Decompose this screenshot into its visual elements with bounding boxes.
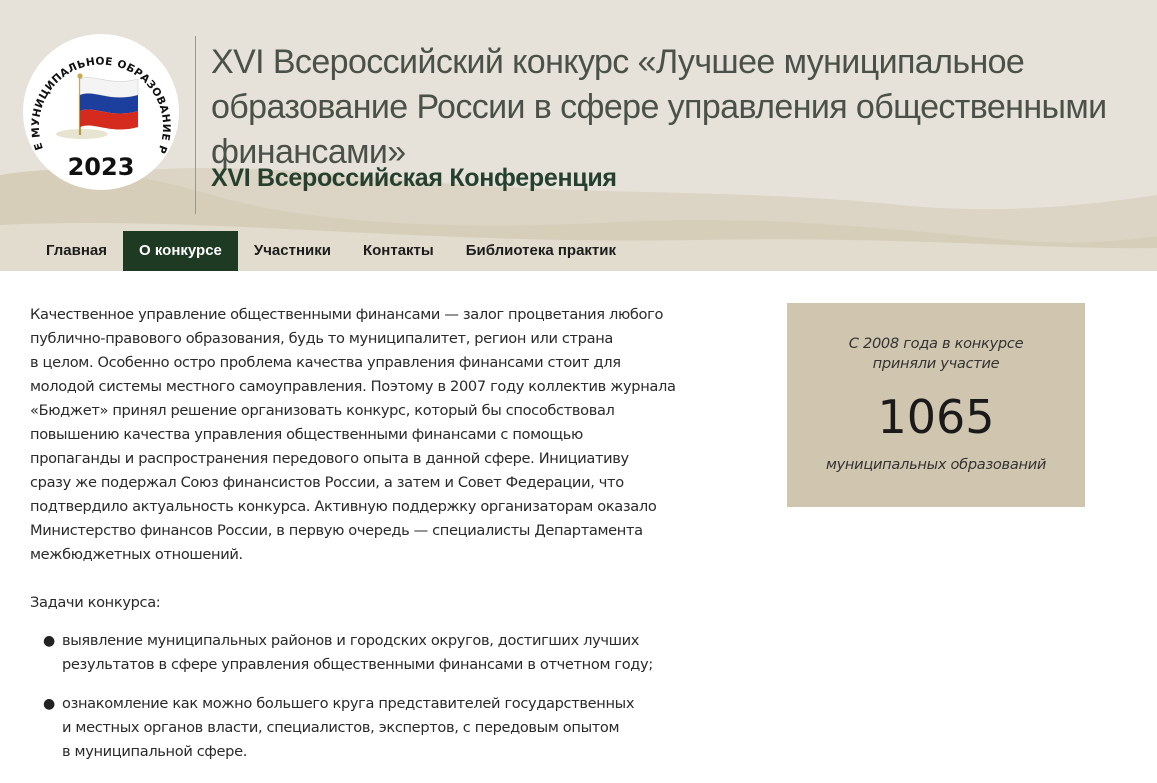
stat-caption: С 2008 года в конкурсе приняли участие	[848, 335, 1024, 372]
intro-paragraph: Качественное управление общественными фи…	[30, 306, 676, 563]
nav-home[interactable]: Главная	[30, 231, 123, 271]
main-nav: Главная О конкурсе Участники Контакты Би…	[30, 231, 632, 271]
main-content: Качественное управление общественными фи…	[30, 303, 720, 779]
nav-contacts[interactable]: Контакты	[347, 231, 450, 271]
logo-year: 2023	[68, 153, 135, 181]
conference-subtitle: XVI Всероссийская Конференция	[211, 164, 617, 192]
stat-number: 1065	[877, 390, 995, 444]
list-item: ● ознакомление как можно большего круга п…	[30, 692, 720, 764]
task-text: ознакомление как можно большего круга пр…	[62, 695, 635, 760]
participants-stat-box: С 2008 года в конкурсе приняли участие 1…	[787, 303, 1085, 507]
header-divider	[195, 36, 196, 214]
stat-unit: муниципальных образований	[825, 456, 1047, 473]
bullet-icon: ●	[43, 633, 55, 649]
tasks-heading: Задачи конкурса:	[30, 594, 161, 611]
logo-emblem-icon: ЛУЧШЕЕ МУНИЦИПАЛЬНОЕ ОБРАЗОВАНИЕ РОССИИ …	[15, 24, 179, 190]
task-text: выявление муниципальных районов и городс…	[62, 632, 653, 673]
list-item: ● выявление муниципальных районов и город…	[30, 629, 720, 677]
nav-about-contest[interactable]: О конкурсе	[123, 231, 238, 271]
nav-practice-library[interactable]: Библиотека практик	[450, 231, 632, 271]
page-title: XVI Всероссийский конкурс «Лучшее муници…	[211, 43, 1107, 171]
site-header: ЛУЧШЕЕ МУНИЦИПАЛЬНОЕ ОБРАЗОВАНИЕ РОССИИ …	[0, 0, 1157, 271]
tasks-list: ● выявление муниципальных районов и город…	[30, 629, 720, 764]
bullet-icon: ●	[43, 696, 55, 712]
contest-logo[interactable]: ЛУЧШЕЕ МУНИЦИПАЛЬНОЕ ОБРАЗОВАНИЕ РОССИИ …	[15, 24, 180, 191]
nav-participants[interactable]: Участники	[238, 231, 347, 271]
